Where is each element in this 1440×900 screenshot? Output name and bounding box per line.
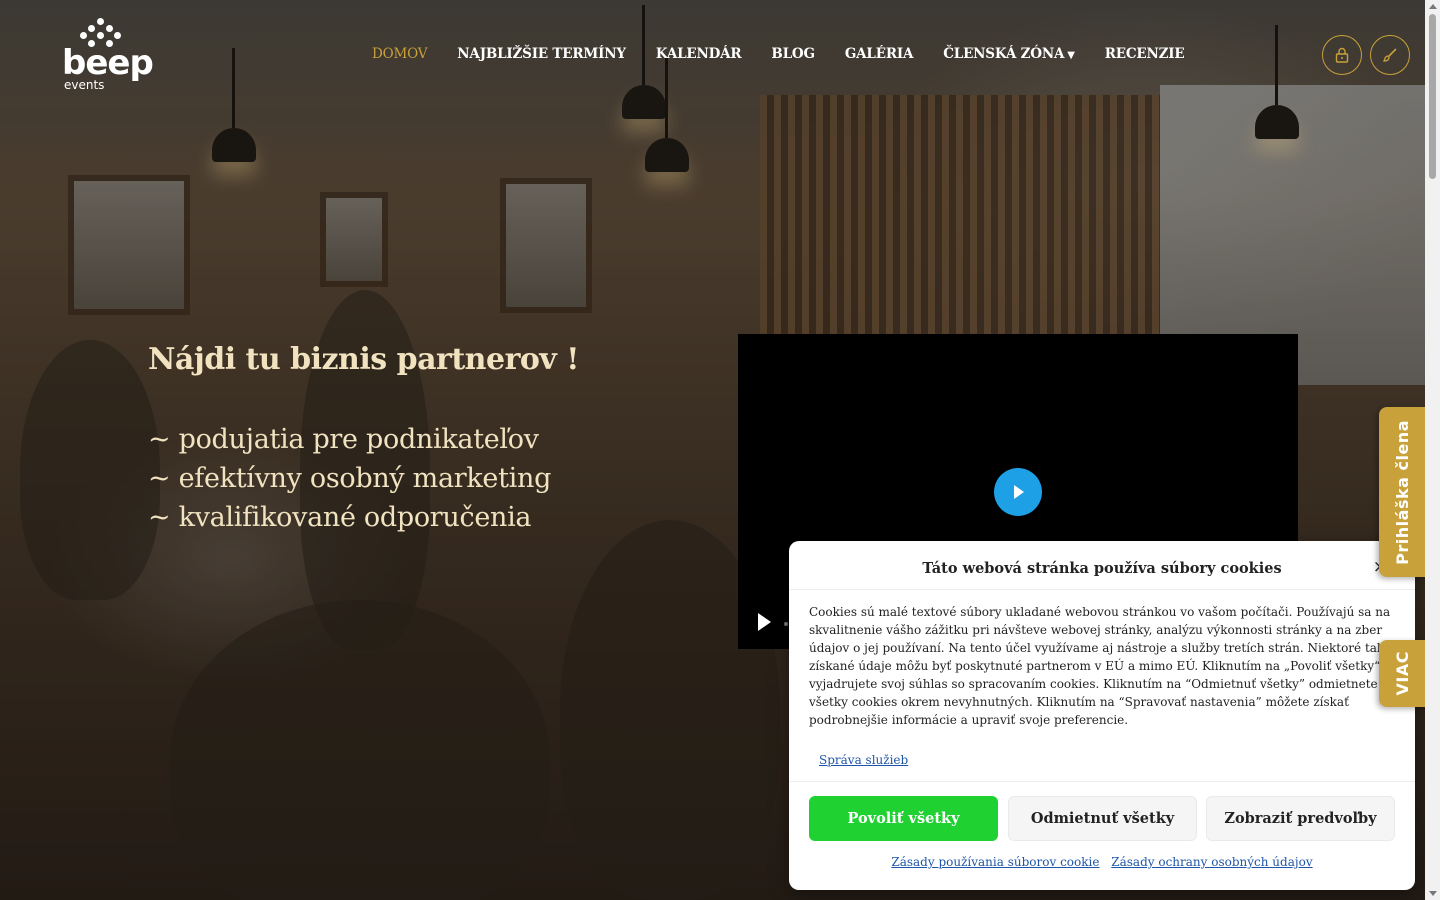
- caret-down-icon: ▼: [1067, 50, 1075, 61]
- more-tab[interactable]: VIAC: [1379, 640, 1425, 707]
- beep-logo[interactable]: beep events: [62, 18, 154, 92]
- cookie-consent-dialog: Táto webová stránka používa súbory cooki…: [789, 541, 1415, 890]
- hero-headline: Nájdi tu biznis partnerov !: [148, 342, 579, 377]
- member-application-label: Prihláška člena: [1392, 419, 1412, 565]
- play-icon: [758, 613, 771, 631]
- scrollbar-thumb[interactable]: [1429, 14, 1436, 179]
- view-preferences-button[interactable]: Zobraziť predvoľby: [1206, 796, 1395, 841]
- scroll-up-icon[interactable]: [1429, 4, 1437, 9]
- nav-item-galeria[interactable]: GALÉRIA: [845, 46, 914, 62]
- nav-item-domov[interactable]: DOMOV: [372, 46, 427, 62]
- member-application-tab[interactable]: Prihláška člena: [1379, 407, 1425, 577]
- divider: [789, 781, 1415, 782]
- logo-dot: [114, 32, 121, 39]
- hero-bullet: ~ podujatia pre podnikateľov: [148, 424, 539, 455]
- video-control-play-button[interactable]: [756, 612, 772, 636]
- nav-item-najblizsie-terminy[interactable]: NAJBLIŽŠIE TERMÍNY: [457, 46, 626, 62]
- accept-all-button[interactable]: Povoliť všetky: [809, 796, 998, 841]
- cookie-body: Cookies sú malé textové súbory ukladané …: [809, 605, 1397, 727]
- hero-bullets: ~ podujatia pre podnikateľov ~ efektívny…: [148, 420, 551, 537]
- scroll-down-icon[interactable]: [1429, 891, 1437, 896]
- logo-dot: [80, 32, 87, 39]
- divider: [789, 589, 1415, 590]
- lock-button[interactable]: [1322, 35, 1362, 75]
- nav-item-clenska-zona-label: ČLENSKÁ ZÓNA: [943, 46, 1065, 62]
- logo-dot: [106, 25, 113, 32]
- main-nav: DOMOV NAJBLIŽŠIE TERMÍNY KALENDÁR BLOG G…: [372, 44, 1215, 64]
- manage-services-link[interactable]: Správa služieb: [819, 753, 908, 767]
- nav-item-clenska-zona[interactable]: ČLENSKÁ ZÓNA ▼: [943, 46, 1075, 62]
- page-scrollbar[interactable]: [1425, 0, 1440, 900]
- logo-dot: [97, 18, 104, 25]
- lock-icon: [1335, 47, 1349, 63]
- logo-sub: events: [64, 78, 105, 92]
- logo-word: beep: [62, 43, 154, 83]
- logo-dot: [88, 25, 95, 32]
- hero-bullet: ~ kvalifikované odporučenia: [148, 502, 532, 533]
- nav-item-kalendar[interactable]: KALENDÁR: [656, 46, 742, 62]
- brush-icon: [1382, 48, 1397, 62]
- video-play-button[interactable]: [994, 468, 1042, 516]
- cookie-policy-link[interactable]: Zásady používania súborov cookie: [891, 855, 1099, 869]
- hero-bullet: ~ efektívny osobný marketing: [148, 463, 552, 494]
- more-label: VIAC: [1392, 651, 1412, 696]
- play-icon: [1014, 485, 1024, 499]
- privacy-policy-link[interactable]: Zásady ochrany osobných údajov: [1111, 855, 1312, 869]
- logo-dot: [97, 32, 104, 39]
- cookie-title: Táto webová stránka používa súbory cooki…: [922, 560, 1282, 577]
- nav-item-blog[interactable]: BLOG: [771, 46, 815, 62]
- brush-button[interactable]: [1370, 35, 1410, 75]
- deny-all-button[interactable]: Odmietnuť všetky: [1008, 796, 1197, 841]
- nav-item-recenzie[interactable]: RECENZIE: [1105, 46, 1185, 62]
- cookie-links: Zásady používania súborov cookie Zásady …: [789, 855, 1415, 869]
- video-progress[interactable]: [784, 622, 788, 626]
